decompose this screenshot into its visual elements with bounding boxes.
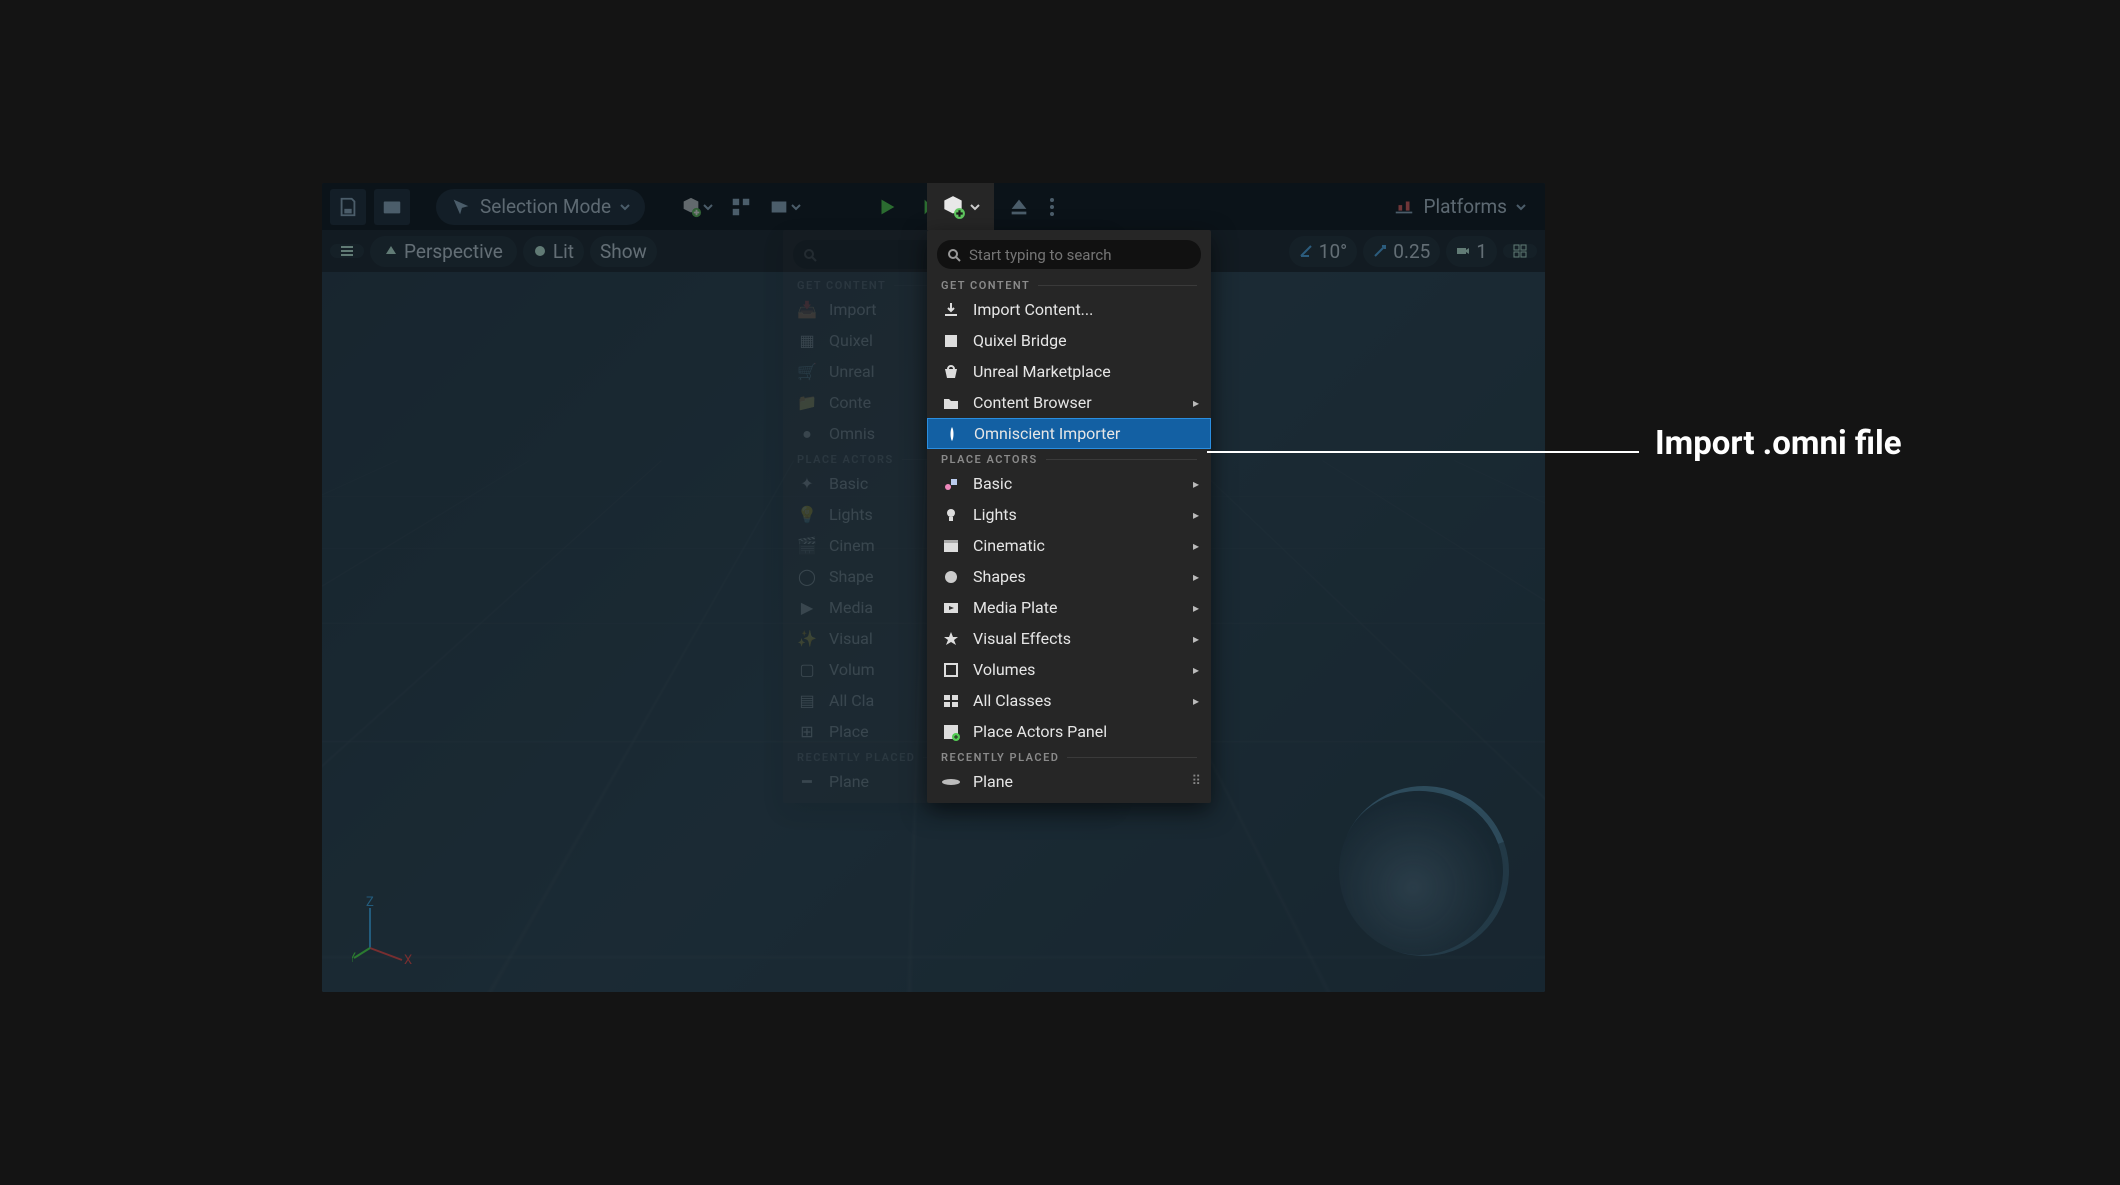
menu-shapes[interactable]: Shapes▸ [927,561,1211,592]
chevron-right-icon: ▸ [1193,663,1199,677]
placement-menu: GET CONTENT Import Content... Quixel Bri… [927,230,1211,803]
callout-label: Import .omni file [1655,424,1902,463]
chevron-right-icon: ▸ [1193,477,1199,491]
menu-place-actors-panel[interactable]: Place Actors Panel [927,716,1211,747]
quixel-icon [941,331,961,351]
menu-lights[interactable]: Lights▸ [927,499,1211,530]
volumes-icon [941,660,961,680]
plane-icon [941,772,961,792]
menu-unreal-marketplace[interactable]: Unreal Marketplace [927,356,1211,387]
menu-cinematic[interactable]: Cinematic▸ [927,530,1211,561]
section-place-actors: PLACE ACTORS [927,449,1211,468]
menu-import-content[interactable]: Import Content... [927,294,1211,325]
chevron-right-icon: ▸ [1193,570,1199,584]
menu-content-browser[interactable]: Content Browser▸ [927,387,1211,418]
menu-volumes[interactable]: Volumes▸ [927,654,1211,685]
menu-quixel-bridge[interactable]: Quixel Bridge [927,325,1211,356]
menu-recent-plane[interactable]: Plane⠿ [927,766,1211,797]
add-content-trigger[interactable] [927,183,994,230]
vfx-icon [941,629,961,649]
menu-search-row[interactable] [937,240,1201,269]
cinematic-icon [941,536,961,556]
basic-icon [941,474,961,494]
panel-icon [941,722,961,742]
menu-visual-effects[interactable]: Visual Effects▸ [927,623,1211,654]
chevron-right-icon: ▸ [1193,396,1199,410]
media-plate-icon [941,598,961,618]
chevron-right-icon: ▸ [1193,508,1199,522]
marketplace-icon [941,362,961,382]
menu-omniscient-importer[interactable]: Omniscient Importer [927,418,1211,449]
menu-search-input[interactable] [969,246,1191,264]
menu-all-classes[interactable]: All Classes▸ [927,685,1211,716]
chevron-right-icon: ▸ [1193,694,1199,708]
search-icon [947,248,961,262]
chevron-right-icon: ▸ [1193,632,1199,646]
lights-icon [941,505,961,525]
drag-grip-icon[interactable]: ⠿ [1191,774,1199,789]
menu-basic[interactable]: Basic▸ [927,468,1211,499]
all-classes-icon [941,691,961,711]
section-recently-placed: RECENTLY PLACED [927,747,1211,766]
import-icon [941,300,961,320]
chevron-right-icon: ▸ [1193,539,1199,553]
omniscient-icon [942,424,962,444]
callout-line [1207,451,1639,453]
menu-media-plate[interactable]: Media Plate▸ [927,592,1211,623]
shapes-icon [941,567,961,587]
folder-icon [941,393,961,413]
chevron-right-icon: ▸ [1193,601,1199,615]
section-get-content: GET CONTENT [927,275,1211,294]
